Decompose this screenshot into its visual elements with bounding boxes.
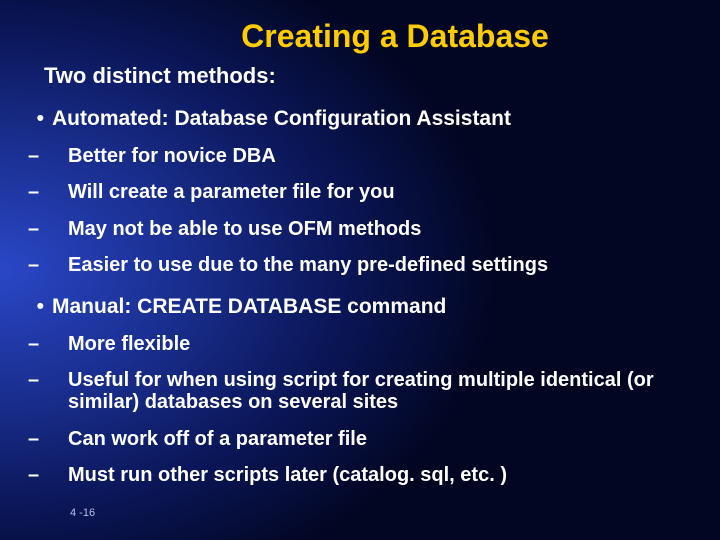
dash-icon: – [48,254,68,276]
slide-subtitle: Two distinct methods: [0,55,720,89]
list-subitem-label: Useful for when using script for creatin… [68,369,654,413]
list-subitem: –May not be able to use OFM methods [0,204,720,240]
list-item-label: Automated: Database Configuration Assist… [52,107,511,130]
list-subitem: –More flexible [0,319,720,355]
dash-icon: – [48,181,68,203]
list-subitem-label: Will create a parameter file for you [68,181,395,203]
list-subitem: –Easier to use due to the many pre-defin… [0,240,720,276]
list-subitem-label: More flexible [68,333,190,355]
list-subitem: –Will create a parameter file for you [0,167,720,203]
list-subitem: –Better for novice DBA [0,131,720,167]
slide-title: Creating a Database [0,0,720,55]
list-subitem: –Must run other scripts later (catalog. … [0,450,720,486]
list-subitem-label: May not be able to use OFM methods [68,218,421,240]
list-item-label: Manual: CREATE DATABASE command [52,295,446,318]
bullet-icon: • [0,295,52,319]
list-subitem-label: Can work off of a parameter file [68,428,367,450]
dash-icon: – [48,464,68,486]
list-subitem: –Can work off of a parameter file [0,414,720,450]
list-subitem-label: Must run other scripts later (catalog. s… [68,464,507,486]
list-item: •Manual: CREATE DATABASE command [0,277,720,319]
list-subitem-label: Better for novice DBA [68,145,276,167]
list-subitem: –Useful for when using script for creati… [0,355,720,414]
list-item: •Automated: Database Configuration Assis… [0,89,720,131]
dash-icon: – [48,145,68,167]
page-number: 4 -16 [70,507,95,519]
bullet-icon: • [0,107,52,131]
dash-icon: – [48,369,68,391]
dash-icon: – [48,218,68,240]
list-subitem-label: Easier to use due to the many pre-define… [68,254,548,276]
dash-icon: – [48,333,68,355]
dash-icon: – [48,428,68,450]
